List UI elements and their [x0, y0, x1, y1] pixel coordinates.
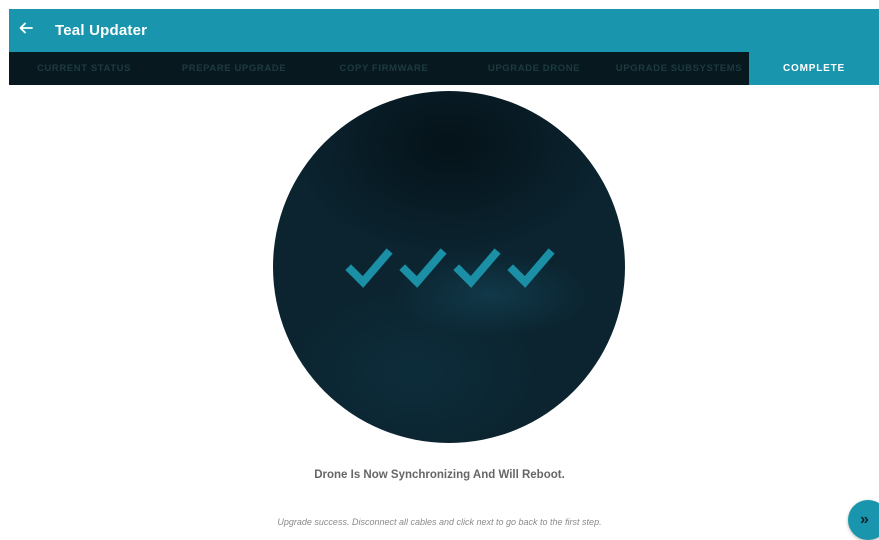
checkmark-icon	[399, 248, 447, 288]
tab-current-status[interactable]: CURRENT STATUS	[9, 52, 159, 85]
step-tabs: CURRENT STATUS PREPARE UPGRADE COPY FIRM…	[9, 52, 879, 85]
app-header: Teal Updater	[9, 9, 879, 52]
tab-prepare-upgrade[interactable]: PREPARE UPGRADE	[159, 52, 309, 85]
tab-copy-firmware[interactable]: COPY FIRMWARE	[309, 52, 459, 85]
next-button[interactable]: »	[848, 500, 879, 540]
checkmark-icon	[345, 248, 393, 288]
arrow-left-icon	[19, 21, 33, 40]
back-button[interactable]	[9, 9, 43, 52]
checkmark-icon	[507, 248, 555, 288]
tab-upgrade-drone[interactable]: UPGRADE DRONE	[459, 52, 609, 85]
tab-complete[interactable]: COMPLETE	[749, 52, 879, 85]
checkmarks-group	[345, 246, 557, 292]
double-chevron-right-icon: »	[860, 511, 869, 528]
app-title: Teal Updater	[55, 22, 148, 39]
status-message: Drone Is Now Synchronizing And Will Rebo…	[314, 469, 565, 481]
checkmark-icon	[453, 248, 501, 288]
hint-message: Upgrade success. Disconnect all cables a…	[277, 517, 602, 527]
tab-upgrade-subsystems[interactable]: UPGRADE SUBSYSTEMS	[609, 52, 749, 85]
app-window: Teal Updater CURRENT STATUS PREPARE UPGR…	[0, 0, 879, 540]
